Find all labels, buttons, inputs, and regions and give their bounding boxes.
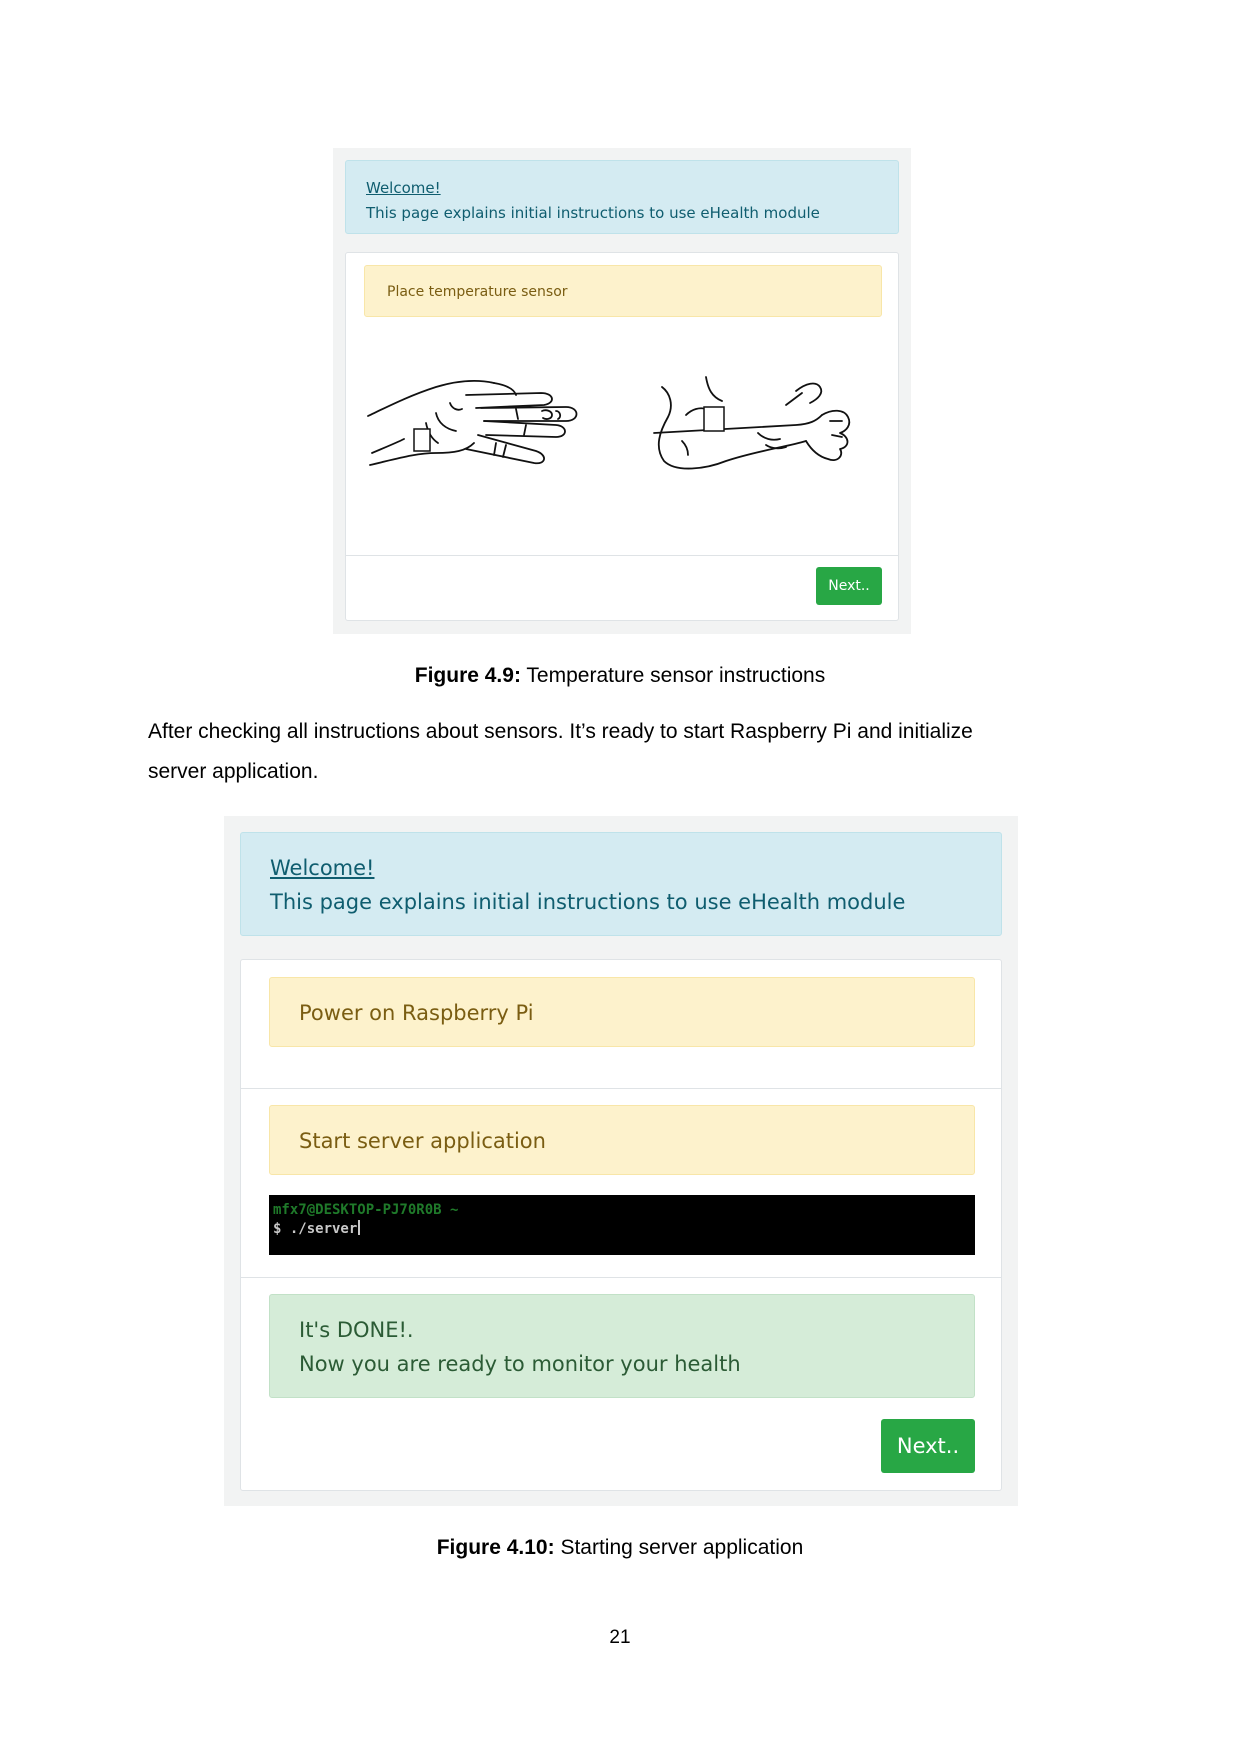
paragraph-line-2: server application. [148,760,319,783]
figure-4-9-caption: Figure 4.9: Temperature sensor instructi… [0,664,1240,688]
step-alert: Place temperature sensor [364,265,882,317]
step-server-label: Start server application [299,1129,546,1153]
terminal-command-line: $ ./server [273,1220,971,1239]
step-label: Place temperature sensor [387,284,568,300]
caption-label: Figure 4.9: [414,664,521,687]
card-footer-divider [346,555,898,556]
caption-text: Starting server application [560,1536,804,1559]
body-paragraph: After checking all instructions about se… [148,712,1098,792]
figure-4-10-caption: Figure 4.10: Starting server application [0,1536,1240,1560]
figure-4-9-screenshot: Welcome! This page explains initial inst… [333,148,911,634]
paragraph-line-1: After checking all instructions about se… [148,720,973,743]
instruction-card: Power on Raspberry Pi Start server appli… [240,959,1002,1491]
welcome-text: This page explains initial instructions … [366,204,820,222]
caption-label: Figure 4.10: [436,1536,555,1559]
instruction-card: Place temperature sensor Next.. [345,252,899,621]
done-text: Now you are ready to monitor your health [299,1352,741,1376]
page-number: 21 [609,1627,631,1648]
done-alert: It's DONE!. Now you are ready to monitor… [269,1294,975,1398]
welcome-alert: Welcome! This page explains initial inst… [345,160,899,234]
next-button[interactable]: Next.. [816,567,882,605]
welcome-link[interactable]: Welcome! [270,851,972,885]
done-title: It's DONE!. [299,1318,414,1342]
step-power-label: Power on Raspberry Pi [299,1001,534,1025]
welcome-link[interactable]: Welcome! [366,176,878,201]
welcome-alert: Welcome! This page explains initial inst… [240,832,1002,936]
hand-sensor-illustration [367,380,578,466]
step-divider-1 [241,1088,1001,1089]
terminal-command: $ ./server [273,1221,358,1237]
step-server-alert: Start server application [269,1105,975,1175]
terminal-screenshot: mfx7@DESKTOP-PJ70R0B ~ $ ./server [269,1195,975,1255]
step-divider-2 [241,1277,1001,1278]
terminal-prompt: mfx7@DESKTOP-PJ70R0B ~ [273,1202,459,1218]
arm-sensor-illustration [653,376,851,470]
figure-4-10-screenshot: Welcome! This page explains initial inst… [224,816,1018,1506]
welcome-text: This page explains initial instructions … [270,890,906,914]
step-power-alert: Power on Raspberry Pi [269,977,975,1047]
terminal-cursor [358,1220,361,1235]
next-button[interactable]: Next.. [881,1419,975,1473]
caption-text: Temperature sensor instructions [526,664,826,687]
